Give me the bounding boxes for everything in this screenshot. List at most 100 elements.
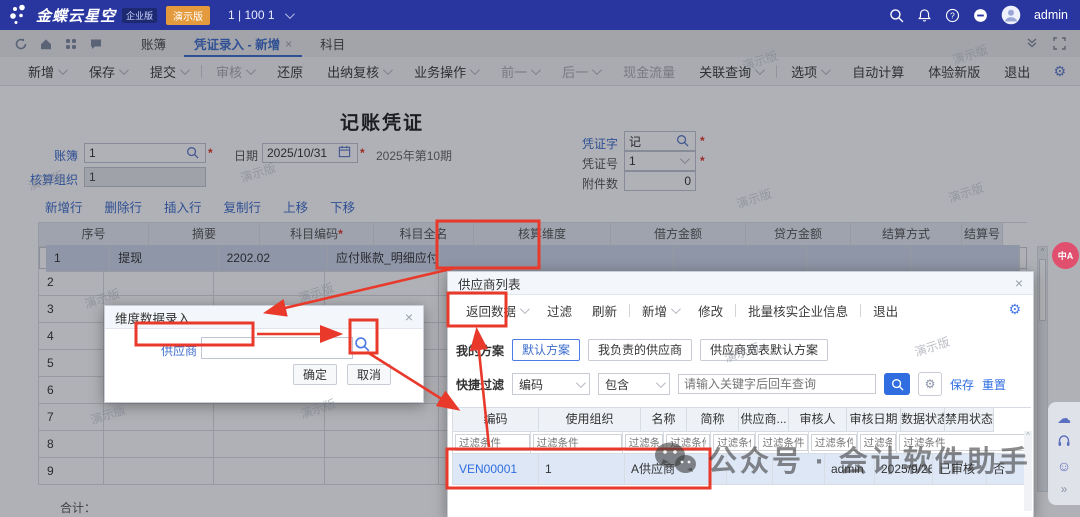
- supplier-table-scrollbar[interactable]: ^: [1024, 431, 1032, 511]
- plan-button[interactable]: 我负责的供应商: [588, 339, 692, 361]
- plan-button[interactable]: 默认方案: [512, 339, 580, 361]
- filter-cell: [858, 432, 898, 454]
- supplier-header-cell[interactable]: 供应商...: [739, 408, 789, 432]
- toolbar-button-label: 退出: [873, 301, 898, 320]
- chevron-down-icon: [520, 304, 530, 314]
- supplier-header-cell[interactable]: 禁用状态: [945, 408, 994, 432]
- supplier-lookup-icon[interactable]: [354, 336, 370, 352]
- quick-filter-label: 快捷过滤: [456, 376, 504, 393]
- filter-cell: [623, 432, 665, 454]
- filter-cell: [809, 432, 858, 454]
- supplier-field-label: 供应商: [161, 342, 197, 359]
- toolbar-button[interactable]: 退出: [863, 301, 908, 320]
- reset-filter-link[interactable]: 重置: [982, 376, 1006, 393]
- chevron-down-icon: [671, 304, 681, 314]
- dialog-titlebar: 供应商列表 ×: [448, 272, 1033, 295]
- filter-field-select[interactable]: 编码: [512, 373, 590, 395]
- toolbar-button-label: 过滤: [547, 301, 572, 320]
- more-chevron-icon[interactable]: »: [1061, 482, 1068, 496]
- username[interactable]: admin: [1034, 8, 1068, 22]
- filter-gear-icon[interactable]: ⚙: [918, 372, 942, 396]
- column-filter-input[interactable]: [758, 434, 807, 451]
- filter-cell: [531, 432, 623, 454]
- dialog-title: 供应商列表: [458, 274, 521, 293]
- toolbar-button-label: 刷新: [592, 301, 617, 320]
- close-icon[interactable]: ×: [405, 309, 413, 325]
- plan-button[interactable]: 供应商宽表默认方案: [700, 339, 828, 361]
- kingdee-logo-icon: [8, 4, 30, 26]
- help-icon[interactable]: ?: [945, 8, 960, 23]
- toolbar-separator: [860, 304, 861, 317]
- column-filter-input[interactable]: [811, 434, 857, 451]
- headset-icon[interactable]: [1057, 434, 1071, 449]
- toolbar-button[interactable]: 批量核实企业信息: [738, 301, 858, 320]
- supplier-header-cell[interactable]: 简称: [687, 408, 739, 432]
- supplier-header-cell[interactable]: 审核人: [789, 408, 847, 432]
- search-icon[interactable]: [889, 8, 904, 23]
- toolbar-separator: [629, 304, 630, 317]
- svg-text:?: ?: [950, 10, 955, 20]
- toolbar-button[interactable]: 刷新: [582, 301, 627, 320]
- dialog-titlebar: 维度数据录入 ×: [105, 306, 423, 329]
- edition-badge: 企业版: [122, 8, 157, 23]
- save-filter-link[interactable]: 保存: [950, 376, 974, 393]
- ok-button[interactable]: 确定: [293, 364, 337, 385]
- chevron-down-icon: [656, 378, 666, 388]
- supplier-header-cell[interactable]: 审核日期: [847, 408, 901, 432]
- column-filter-input[interactable]: [713, 434, 755, 451]
- plan-buttons: 默认方案 我负责的供应商 供应商宽表默认方案: [512, 339, 828, 361]
- column-filter-input[interactable]: [666, 434, 710, 451]
- toolbar-button-label: 返回数据: [466, 301, 516, 320]
- chevron-down-icon: [284, 9, 294, 19]
- supplier-code-cell: VEN00001: [453, 454, 539, 485]
- app-window: 金蝶云星空 企业版 演示版 1 | 100 1 ? admin: [0, 0, 1080, 517]
- app-brand: 金蝶云星空: [36, 5, 116, 26]
- translate-widget-icon[interactable]: 中A: [1052, 242, 1079, 269]
- toolbar-button[interactable]: 返回数据: [456, 301, 537, 320]
- filter-operator-select[interactable]: 包含: [598, 373, 670, 395]
- dialog-title: 维度数据录入: [115, 308, 190, 327]
- supplier-header-cell[interactable]: 使用组织: [539, 408, 641, 432]
- avatar[interactable]: [1001, 5, 1021, 25]
- column-filter-input[interactable]: [625, 434, 664, 451]
- supplier-header-cell[interactable]: 数据状态: [901, 408, 945, 432]
- filter-cell: [664, 432, 711, 454]
- top-bar: 金蝶云星空 企业版 演示版 1 | 100 1 ? admin: [0, 0, 1080, 30]
- dimension-entry-dialog: 维度数据录入 × 供应商 确定 取消: [104, 305, 424, 403]
- toolbar-button-label: 批量核实企业信息: [748, 301, 848, 320]
- supplier-filter-row: [453, 432, 1031, 454]
- toolbar-button[interactable]: 修改: [688, 301, 733, 320]
- minimize-circle-icon[interactable]: [973, 8, 988, 23]
- filter-cell: [453, 432, 531, 454]
- toolbar-separator: [735, 304, 736, 317]
- org-switcher-label: 1 | 100 1: [228, 8, 275, 22]
- column-filter-input[interactable]: [860, 434, 897, 451]
- table-row[interactable]: VEN00001 1 A供应商 admin 2025/9/26 已审核 否: [453, 454, 1031, 485]
- supplier-header-row: 编码 使用组织 名称 简称 供应商... 审核人 审核日期 数据状态 禁用状态: [453, 408, 1031, 432]
- toolbar-button[interactable]: 过滤: [537, 301, 582, 320]
- smiley-feedback-icon[interactable]: ☺: [1057, 459, 1071, 473]
- supplier-list-dialog: 供应商列表 × 返回数据 过滤: [447, 271, 1034, 517]
- column-filter-input[interactable]: [455, 434, 530, 451]
- supplier-table-body: VEN00001 1 A供应商 admin 2025/9/26 已审核 否: [453, 454, 1031, 485]
- supplier-header-cell[interactable]: 编码: [453, 408, 539, 432]
- toolbar-button[interactable]: 新增: [632, 301, 688, 320]
- close-icon[interactable]: ×: [1015, 275, 1023, 291]
- chevron-down-icon: [576, 378, 586, 388]
- cancel-button[interactable]: 取消: [347, 364, 391, 385]
- supplier-header-cell[interactable]: 名称: [641, 408, 687, 432]
- cloud-icon[interactable]: ☁: [1057, 411, 1071, 425]
- supplier-toolbar: 返回数据 过滤 刷新: [448, 296, 1033, 324]
- org-switcher[interactable]: 1 | 100 1: [228, 8, 292, 22]
- bell-icon[interactable]: [917, 8, 932, 23]
- demo-badge: 演示版: [166, 6, 210, 25]
- list-settings-gear-icon[interactable]: ⚙: [1008, 302, 1021, 316]
- supplier-field-input[interactable]: [201, 337, 353, 359]
- keyword-input[interactable]: [678, 374, 876, 394]
- search-button[interactable]: [884, 373, 910, 395]
- toolbar-button-label: 新增: [642, 301, 667, 320]
- column-filter-input[interactable]: [899, 434, 1030, 451]
- filter-cell: [897, 432, 1031, 454]
- column-filter-input[interactable]: [533, 434, 622, 451]
- plans-label: 我的方案: [456, 342, 504, 359]
